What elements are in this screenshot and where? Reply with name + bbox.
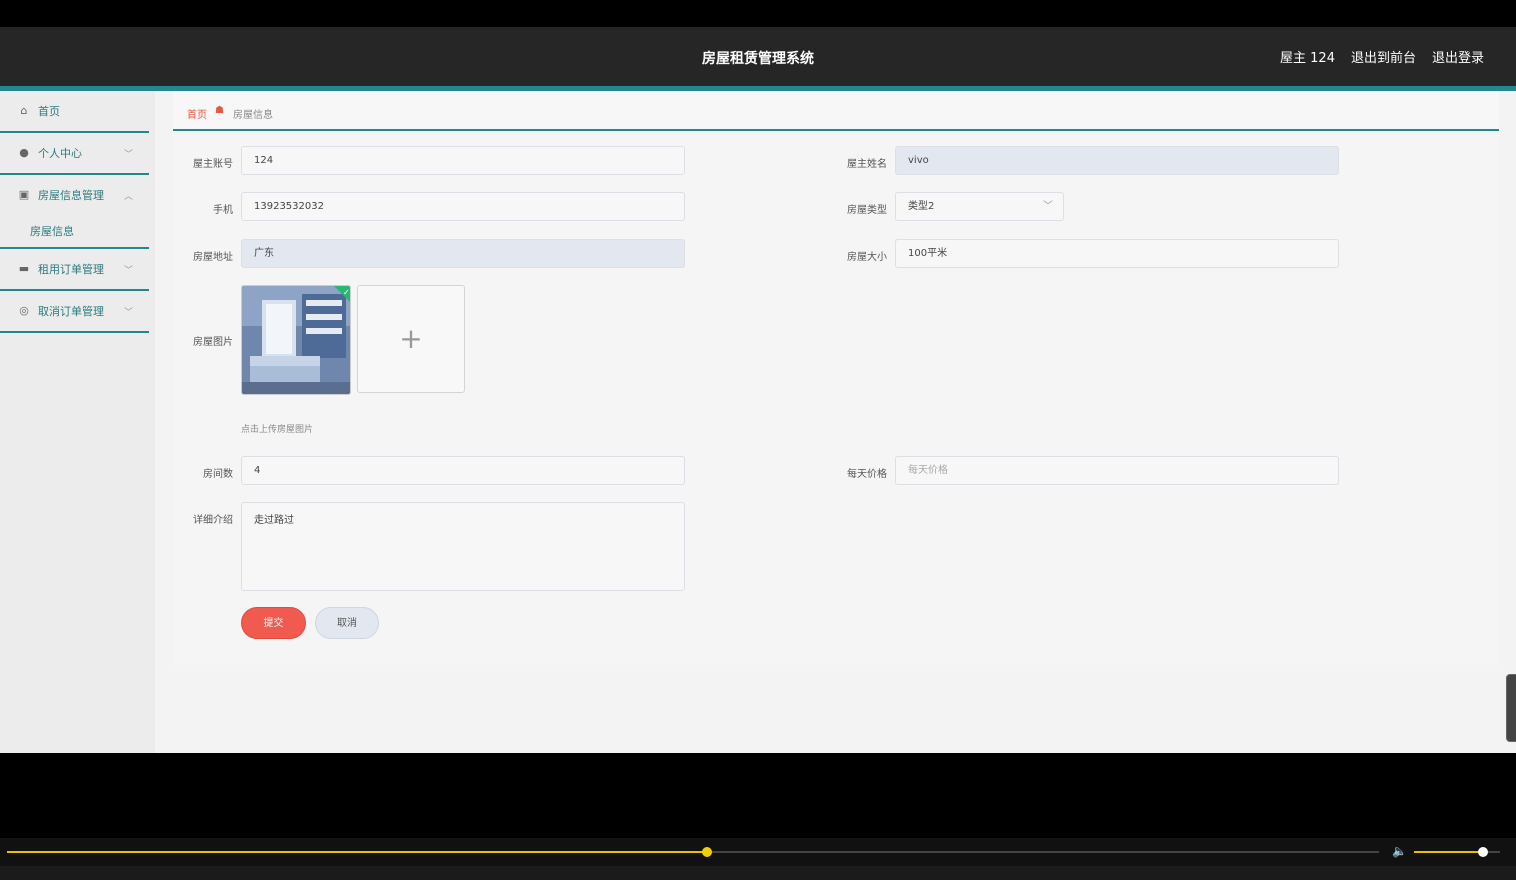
house-image-thumbnail[interactable]: ✓	[241, 285, 351, 395]
logout-link[interactable]: 退出登录	[1432, 47, 1484, 66]
sidebar-item-label: 房屋信息管理	[38, 189, 104, 202]
cancel-button[interactable]: 取消	[315, 607, 379, 639]
house-type-select[interactable]: 类型2 ﹀	[895, 192, 1064, 221]
price-field[interactable]: 每天价格	[895, 456, 1339, 485]
plus-icon: +	[399, 322, 423, 355]
sidebar-item-label: 个人中心	[38, 147, 82, 160]
chevron-down-icon: ﹀	[1043, 201, 1053, 212]
image-label: 房屋图片	[193, 337, 233, 348]
volume-level	[1414, 851, 1483, 853]
house-icon: ☗	[215, 105, 224, 116]
user-label[interactable]: 屋主 124	[1280, 47, 1335, 66]
back-to-front-link[interactable]: 退出到前台	[1351, 47, 1416, 66]
sidebar-item-label: 取消订单管理	[38, 305, 104, 318]
detail-textarea[interactable]: 走过路过	[241, 502, 685, 591]
sidebar-item-house-management[interactable]: ▣ 房屋信息管理 ︿	[0, 175, 149, 215]
sidebar-item-personal[interactable]: ● 个人中心 ﹀	[0, 133, 149, 175]
owner-account-field[interactable]: 124	[241, 146, 685, 175]
sidebar-item-home[interactable]: ⌂ 首页	[0, 91, 149, 133]
detail-text: 走过路过	[254, 515, 294, 526]
upload-hint: 点击上传房屋图片	[241, 425, 314, 435]
bedroom-photo: ✓	[242, 286, 350, 394]
svg-text:✓: ✓	[343, 288, 350, 297]
house-form: 屋主账号 124 屋主姓名 vivo 手机 13923532032 房屋类型 类…	[173, 134, 1499, 665]
scrollbar-handle[interactable]	[1506, 674, 1516, 742]
phone-field[interactable]: 13923532032	[241, 192, 685, 221]
circle-icon: ◎	[19, 304, 29, 317]
breadcrumb-current: 房屋信息	[233, 110, 273, 121]
sidebar-item-label: 首页	[38, 105, 60, 118]
top-bar: 房屋租赁管理系统 屋主 124 退出到前台 退出登录	[0, 27, 1516, 91]
volume-knob[interactable]	[1478, 847, 1488, 857]
rooms-field[interactable]: 4	[241, 456, 685, 485]
chevron-up-icon: ︿	[123, 191, 133, 202]
breadcrumb: 首页 ☗ 房屋信息	[173, 91, 1499, 131]
sidebar-item-label: 租用订单管理	[38, 263, 104, 276]
volume-icon[interactable]: 🔈	[1392, 844, 1407, 858]
user-icon: ●	[19, 146, 29, 159]
progress-knob[interactable]	[702, 847, 712, 857]
rooms-label: 房间数	[203, 469, 233, 480]
owner-account-label: 屋主账号	[193, 159, 233, 170]
sidebar-item-cancel-orders[interactable]: ◎ 取消订单管理 ﹀	[0, 291, 149, 333]
image-upload-box[interactable]: +	[357, 285, 465, 393]
progress-played	[7, 851, 707, 853]
app-window: 房屋租赁管理系统 屋主 124 退出到前台 退出登录 ⌂ 首页 ● 个人中心 ﹀…	[0, 27, 1516, 753]
clipboard-icon: ▣	[18, 188, 30, 201]
price-label: 每天价格	[847, 469, 887, 480]
owner-name-label: 屋主姓名	[847, 159, 887, 170]
owner-name-field[interactable]: vivo	[895, 146, 1339, 175]
chat-icon: ▬	[18, 262, 30, 275]
home-icon: ⌂	[20, 104, 28, 117]
sidebar: ⌂ 首页 ● 个人中心 ﹀ ▣ 房屋信息管理 ︿ 房屋信息 ▬ 租用订单管理 ﹀…	[0, 91, 155, 753]
phone-label: 手机	[213, 205, 233, 216]
chevron-down-icon: ﹀	[123, 149, 133, 160]
sidebar-item-rental-orders[interactable]: ▬ 租用订单管理 ﹀	[0, 249, 149, 291]
sidebar-subitem-house-info[interactable]: 房屋信息	[30, 223, 74, 239]
house-type-value: 类型2	[908, 201, 935, 212]
size-field[interactable]: 100平米	[895, 239, 1339, 268]
chevron-down-icon: ﹀	[123, 265, 133, 276]
address-field[interactable]: 广东	[241, 239, 685, 268]
top-links: 屋主 124 退出到前台 退出登录	[1280, 47, 1484, 66]
chevron-down-icon: ﹀	[123, 307, 133, 318]
taskbar-strip	[0, 866, 1516, 880]
house-type-label: 房屋类型	[847, 205, 887, 216]
breadcrumb-home[interactable]: 首页	[187, 106, 207, 121]
size-label: 房屋大小	[847, 252, 887, 263]
detail-label: 详细介绍	[193, 515, 233, 526]
address-label: 房屋地址	[193, 252, 233, 263]
submit-button[interactable]: 提交	[241, 607, 306, 639]
